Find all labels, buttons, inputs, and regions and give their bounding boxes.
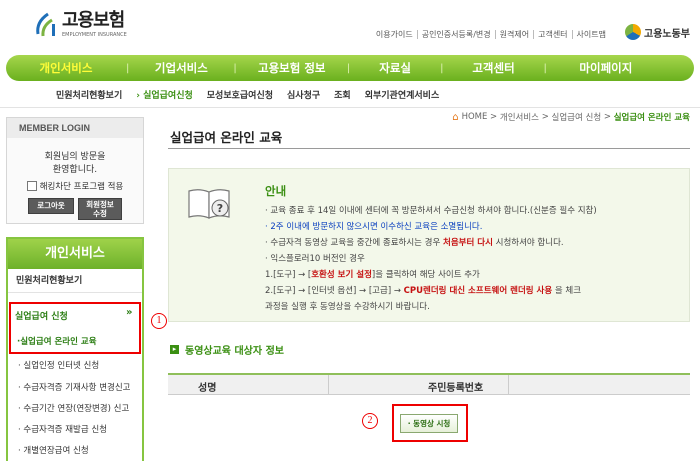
home-icon: ⌂ [452,111,459,123]
util-support-link[interactable]: 고객센터 [534,30,573,39]
nav-company[interactable]: 기업서비스 [129,60,233,76]
notice-box: ? 안내 · 교육 종료 후 14일 이내에 센터에 꼭 방문하셔서 수급신청 … [168,168,690,322]
section-bullet-icon: ▸ [170,345,179,354]
nav-personal[interactable]: 개인서비스 [6,60,126,76]
header-divider [0,107,700,108]
notice-line-7: 과정을 실행 후 동영상을 수강하시기 바랍니다. [265,302,430,312]
left-menu-sub-item[interactable]: 수급자격증 재발급 신청 [18,423,107,435]
util-remote-link[interactable]: 원격제어 [496,30,535,39]
title-divider [168,148,690,149]
left-menu-online-education[interactable]: ·실업급여 온라인 교육 [17,335,97,347]
logout-button[interactable]: 로그아웃 [28,198,74,214]
breadcrumb: ⌂ HOME > 개인서비스 > 실업급여 신청 > 실업급여 온라인 교육 [452,111,690,124]
left-menu-sub-item[interactable]: 개별연장급여 신청 [18,444,88,456]
edit-info-line-1: 회원정보 [86,200,114,209]
step-marker-1: 1 [151,313,167,329]
ministry-logo[interactable]: 고용노동부 [625,24,690,40]
notice-text: · 교육 종료 후 14일 이내에 센터에 꼭 방문하셔서 수급신청 하셔야 합… [265,203,685,315]
subnav-unemployment[interactable]: 실업급여신청 [136,88,193,101]
notice-line-3: · 수급자격 동영상 교육을 중간에 종료하시는 경우 처음부터 다시 시청하셔… [265,238,564,248]
left-menu-unemployment[interactable]: 실업급여 신청 [15,309,68,322]
breadcrumb-sep: > [487,112,500,122]
breadcrumb-sep: > [601,112,614,122]
subnav-external[interactable]: 외부기관연계서비스 [365,88,440,101]
notice-line-4: · 익스플로러10 버전인 경우 [265,254,365,264]
ministry-name: 고용노동부 [644,28,690,40]
login-title: MEMBER LOGIN [7,118,143,138]
welcome-message: 회원님의 방문을 환영합니다. [7,151,143,177]
ministry-icon [625,24,641,40]
hacking-block-checkbox[interactable] [26,181,37,191]
notice-emphasis: 처음부터 다시 [443,238,493,248]
section-title-text: 동영상교육 대상자 정보 [185,346,284,357]
edit-info-line-2: 수정 [93,209,107,218]
welcome-line-2: 환영합니다. [52,165,98,175]
book-info-icon: ? [187,187,231,221]
step-marker-2: 2 [362,413,378,429]
notice-title: 안내 [265,184,287,198]
subnav-review[interactable]: 심사청구 [287,88,320,101]
nav-insurance-info[interactable]: 고용보험 정보 [237,60,347,76]
logo-kor-text: 고용보험 [62,10,125,31]
col-divider [328,375,329,395]
section-title: ▸ 동영상교육 대상자 정보 [170,342,284,357]
left-menu: 개인서비스 민원처리현황보기 실업급여 신청 » ·실업급여 온라인 교육 실업… [6,237,144,461]
left-menu-sub-item[interactable]: 수급자격증 기재사항 변경신고 [18,381,130,393]
breadcrumb-home[interactable]: HOME [462,112,488,122]
nav-archive[interactable]: 자료실 [350,60,440,76]
breadcrumb-sep: > [539,112,552,122]
svg-text:?: ? [217,202,223,215]
subnav-maternity[interactable]: 모성보호급여신청 [207,88,273,101]
page-title: 실업급여 온라인 교육 [170,130,283,145]
hacking-block-label: 해킹차단 프로그램 적용 [39,182,124,192]
col-divider [508,375,509,395]
util-cert-link[interactable]: 공인인증서등록/변경 [418,30,496,39]
col-resident-number: 주민등록번호 [428,383,484,394]
member-login-box: MEMBER LOGIN 회원님의 방문을 환영합니다. 해킹차단 프로그램 적… [6,117,144,224]
main-nav: 개인서비스 | 기업서비스 | 고용보험 정보 | 자료실 | 고객센터 | 마… [6,55,694,81]
logo-eng-text: EMPLOYMENT INSURANCE [62,32,127,38]
edit-member-info-button[interactable]: 회원정보 수정 [78,198,122,220]
watch-video-button[interactable]: · 동영상 시청 [400,414,458,433]
notice-line-5: 1.[도구] → [호환성 보기 설정]을 클릭하여 해당 사이트 추가 [265,270,480,280]
target-info-table-header: 성명 주민등록번호 [168,373,690,395]
notice-line-1: · 교육 종료 후 14일 이내에 센터에 꼭 방문하셔서 수급신청 하셔야 합… [265,206,597,216]
util-guide-link[interactable]: 이용가이드 [372,30,418,39]
col-name: 성명 [198,383,217,394]
breadcrumb-personal[interactable]: 개인서비스 [500,111,539,123]
logo-icon [34,10,58,40]
notice-compat-setting: 호환성 보기 설정 [311,270,372,280]
notice-line-6: 2.[도구] → [인터넷 옵션] → [고급] → CPU렌더링 대신 소프트… [265,286,582,296]
left-menu-title: 개인서비스 [8,239,142,269]
sub-nav: 민원처리현황보기 실업급여신청 모성보호급여신청 심사청구 조회 외부기관연계서… [56,88,453,101]
util-sitemap-link[interactable]: 사이트맵 [573,30,610,39]
nav-mypage[interactable]: 마이페이지 [547,60,665,76]
breadcrumb-current: 실업급여 온라인 교육 [613,113,690,123]
subnav-inquiry[interactable]: 조회 [334,88,351,101]
logo[interactable]: 고용보험 EMPLOYMENT INSURANCE [34,10,127,40]
notice-render-setting: CPU렌더링 대신 소프트웨어 렌더링 사용 [403,286,553,296]
left-menu-status[interactable]: 민원처리현황보기 [8,269,142,293]
utility-links: 이용가이드 공인인증서등록/변경 원격제어 고객센터 사이트맵 [372,30,610,39]
welcome-line-1: 회원님의 방문을 [44,152,106,162]
breadcrumb-unemployment[interactable]: 실업급여 신청 [552,111,602,123]
left-menu-arrow-icon: » [126,307,133,318]
notice-line-2: · 2주 이내에 방문하지 않으시면 이수하신 교육은 소멸됩니다. [265,222,483,232]
left-menu-sub-item[interactable]: 수급기간 연장(연장변경) 신고 [18,402,129,414]
nav-customer[interactable]: 고객센터 [444,60,544,76]
left-menu-sub-item[interactable]: 실업인정 인터넷 신청 [18,359,99,371]
subnav-status[interactable]: 민원처리현황보기 [56,88,122,101]
hacking-block-option[interactable]: 해킹차단 프로그램 적용 [7,180,143,192]
